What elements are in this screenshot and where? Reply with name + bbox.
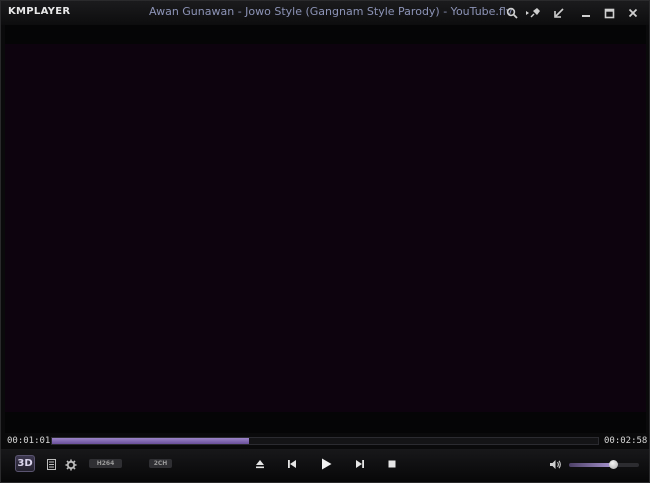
minimize-icon[interactable] (578, 5, 594, 21)
mini-mode-icon[interactable] (551, 5, 567, 21)
video-letterbox-bottom (5, 412, 646, 433)
previous-icon[interactable] (286, 458, 298, 470)
volume-speaker-icon[interactable] (548, 458, 562, 470)
total-time: 00:02:58 (604, 436, 648, 446)
volume-level (569, 463, 614, 467)
playlist-icon[interactable] (45, 458, 57, 470)
stop-icon[interactable] (386, 458, 398, 470)
volume-slider[interactable] (569, 460, 639, 469)
kmplayer-window: KMPLAYER Awan Gunawan - Jowo Style (Gang… (0, 0, 650, 483)
title-bar[interactable]: KMPLAYER Awan Gunawan - Jowo Style (Gang… (1, 1, 649, 25)
3d-button[interactable]: 3D (15, 455, 35, 472)
eject-icon[interactable] (254, 458, 266, 470)
settings-gear-icon[interactable] (64, 458, 77, 471)
close-icon[interactable] (625, 5, 641, 21)
video-display[interactable] (5, 44, 646, 412)
seek-progress (52, 438, 249, 444)
next-icon[interactable] (354, 458, 366, 470)
search-icon[interactable] (504, 5, 520, 21)
app-logo: KMPLAYER (8, 6, 71, 17)
window-title: Awan Gunawan - Jowo Style (Gangnam Style… (149, 5, 513, 18)
maximize-icon[interactable] (601, 5, 617, 21)
play-icon[interactable] (319, 457, 333, 471)
pin-icon[interactable] (525, 5, 541, 21)
audio-channel-badge[interactable]: 2CH (149, 459, 172, 468)
video-letterbox-top (5, 25, 646, 44)
seek-bar[interactable] (51, 437, 599, 445)
elapsed-time: 00:01:01 (7, 436, 51, 446)
codec-badge[interactable]: H264 (89, 459, 122, 468)
